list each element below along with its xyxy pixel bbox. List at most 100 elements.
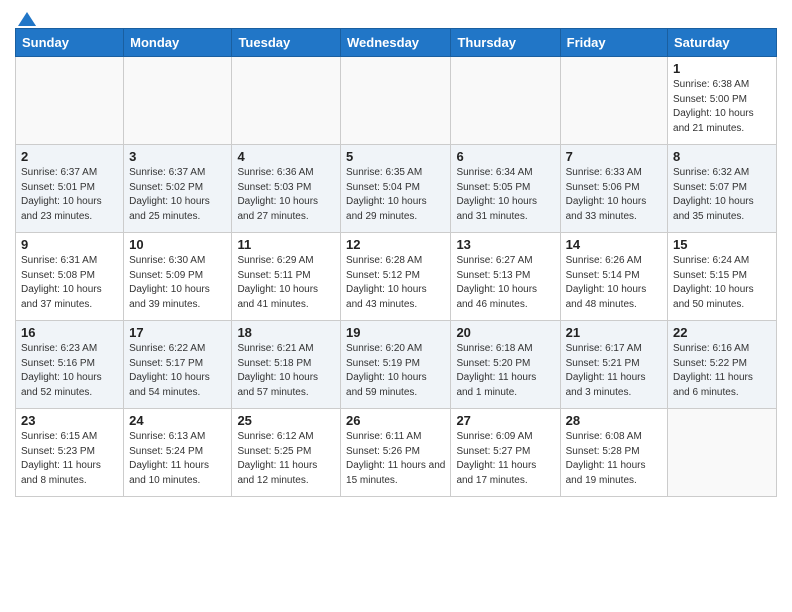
calendar-cell: 13 Sunrise: 6:27 AM Sunset: 5:13 PM Dayli… <box>451 233 560 321</box>
day-info: Sunrise: 6:32 AM Sunset: 5:07 PM Dayligh… <box>673 166 771 224</box>
calendar-cell: 21 Sunrise: 6:17 AM Sunset: 5:21 PM Dayli… <box>560 321 667 409</box>
week-row-2: 9Sunrise: 6:31 AM Sunset: 5:08 PM Daylig… <box>16 233 777 321</box>
calendar-cell: 26Sunrise: 6:11 AM Sunset: 5:26 PM Dayli… <box>341 409 451 497</box>
calendar-cell <box>668 409 777 497</box>
calendar-cell: 24 Sunrise: 6:13 AM Sunset: 5:24 PM Dayli… <box>124 409 232 497</box>
calendar-cell: 1 Sunrise: 6:38 AM Sunset: 5:00 PM Daylig… <box>668 57 777 145</box>
day-number: 16 <box>21 325 118 340</box>
calendar-cell: 5 Sunrise: 6:35 AM Sunset: 5:04 PM Daylig… <box>341 145 451 233</box>
calendar-cell: 16 Sunrise: 6:23 AM Sunset: 5:16 PM Dayli… <box>16 321 124 409</box>
day-number: 22 <box>673 325 771 340</box>
calendar-cell: 25Sunrise: 6:12 AM Sunset: 5:25 PM Dayli… <box>232 409 341 497</box>
day-number: 28 <box>566 413 662 428</box>
day-info: Sunrise: 6:11 AM Sunset: 5:26 PM Dayligh… <box>346 430 445 488</box>
day-info: Sunrise: 6:16 AM Sunset: 5:22 PM Dayligh… <box>673 342 771 400</box>
calendar-cell <box>124 57 232 145</box>
day-number: 7 <box>566 149 662 164</box>
weekday-header-saturday: Saturday <box>668 29 777 57</box>
day-info: Sunrise: 6:36 AM Sunset: 5:03 PM Dayligh… <box>237 166 335 224</box>
day-info: Sunrise: 6:27 AM Sunset: 5:13 PM Dayligh… <box>456 254 554 312</box>
calendar: SundayMondayTuesdayWednesdayThursdayFrid… <box>15 28 777 497</box>
day-info: Sunrise: 6:28 AM Sunset: 5:12 PM Dayligh… <box>346 254 445 312</box>
calendar-cell: 4Sunrise: 6:36 AM Sunset: 5:03 PM Daylig… <box>232 145 341 233</box>
calendar-cell <box>16 57 124 145</box>
calendar-cell <box>341 57 451 145</box>
week-row-1: 2 Sunrise: 6:37 AM Sunset: 5:01 PM Daylig… <box>16 145 777 233</box>
day-number: 24 <box>129 413 226 428</box>
weekday-header-monday: Monday <box>124 29 232 57</box>
calendar-cell: 8 Sunrise: 6:32 AM Sunset: 5:07 PM Daylig… <box>668 145 777 233</box>
day-number: 5 <box>346 149 445 164</box>
day-info: Sunrise: 6:37 AM Sunset: 5:01 PM Dayligh… <box>21 166 118 224</box>
day-number: 23 <box>21 413 118 428</box>
calendar-cell: 28 Sunrise: 6:08 AM Sunset: 5:28 PM Dayli… <box>560 409 667 497</box>
day-info: Sunrise: 6:33 AM Sunset: 5:06 PM Dayligh… <box>566 166 662 224</box>
day-number: 3 <box>129 149 226 164</box>
calendar-cell: 19 Sunrise: 6:20 AM Sunset: 5:19 PM Dayli… <box>341 321 451 409</box>
calendar-cell: 14 Sunrise: 6:26 AM Sunset: 5:14 PM Dayli… <box>560 233 667 321</box>
weekday-header-friday: Friday <box>560 29 667 57</box>
day-info: Sunrise: 6:08 AM Sunset: 5:28 PM Dayligh… <box>566 430 662 488</box>
day-number: 11 <box>237 237 335 252</box>
day-number: 25 <box>237 413 335 428</box>
day-info: Sunrise: 6:24 AM Sunset: 5:15 PM Dayligh… <box>673 254 771 312</box>
calendar-cell <box>451 57 560 145</box>
calendar-cell: 10Sunrise: 6:30 AM Sunset: 5:09 PM Dayli… <box>124 233 232 321</box>
calendar-cell: 6 Sunrise: 6:34 AM Sunset: 5:05 PM Daylig… <box>451 145 560 233</box>
day-info: Sunrise: 6:20 AM Sunset: 5:19 PM Dayligh… <box>346 342 445 400</box>
calendar-cell: 11 Sunrise: 6:29 AM Sunset: 5:11 PM Dayli… <box>232 233 341 321</box>
day-number: 12 <box>346 237 445 252</box>
calendar-cell: 27 Sunrise: 6:09 AM Sunset: 5:27 PM Dayli… <box>451 409 560 497</box>
day-number: 27 <box>456 413 554 428</box>
day-info: Sunrise: 6:38 AM Sunset: 5:00 PM Dayligh… <box>673 78 771 136</box>
week-row-0: 1 Sunrise: 6:38 AM Sunset: 5:00 PM Daylig… <box>16 57 777 145</box>
day-number: 18 <box>237 325 335 340</box>
day-info: Sunrise: 6:21 AM Sunset: 5:18 PM Dayligh… <box>237 342 335 400</box>
weekday-header-sunday: Sunday <box>16 29 124 57</box>
day-number: 13 <box>456 237 554 252</box>
header <box>15 10 777 22</box>
calendar-cell: 20 Sunrise: 6:18 AM Sunset: 5:20 PM Dayli… <box>451 321 560 409</box>
calendar-cell: 22 Sunrise: 6:16 AM Sunset: 5:22 PM Dayli… <box>668 321 777 409</box>
day-info: Sunrise: 6:37 AM Sunset: 5:02 PM Dayligh… <box>129 166 226 224</box>
calendar-cell: 3 Sunrise: 6:37 AM Sunset: 5:02 PM Daylig… <box>124 145 232 233</box>
day-number: 10 <box>129 237 226 252</box>
calendar-cell: 18 Sunrise: 6:21 AM Sunset: 5:18 PM Dayli… <box>232 321 341 409</box>
calendar-cell: 7 Sunrise: 6:33 AM Sunset: 5:06 PM Daylig… <box>560 145 667 233</box>
calendar-cell: 15 Sunrise: 6:24 AM Sunset: 5:15 PM Dayli… <box>668 233 777 321</box>
day-number: 8 <box>673 149 771 164</box>
day-info: Sunrise: 6:26 AM Sunset: 5:14 PM Dayligh… <box>566 254 662 312</box>
calendar-cell <box>560 57 667 145</box>
calendar-cell: 2 Sunrise: 6:37 AM Sunset: 5:01 PM Daylig… <box>16 145 124 233</box>
logo <box>15 10 39 22</box>
day-info: Sunrise: 6:35 AM Sunset: 5:04 PM Dayligh… <box>346 166 445 224</box>
calendar-cell: 9Sunrise: 6:31 AM Sunset: 5:08 PM Daylig… <box>16 233 124 321</box>
calendar-cell <box>232 57 341 145</box>
day-number: 19 <box>346 325 445 340</box>
day-number: 21 <box>566 325 662 340</box>
day-info: Sunrise: 6:15 AM Sunset: 5:23 PM Dayligh… <box>21 430 118 488</box>
page: SundayMondayTuesdayWednesdayThursdayFrid… <box>0 0 792 512</box>
weekday-header-thursday: Thursday <box>451 29 560 57</box>
calendar-cell: 12 Sunrise: 6:28 AM Sunset: 5:12 PM Dayli… <box>341 233 451 321</box>
calendar-cell: 23 Sunrise: 6:15 AM Sunset: 5:23 PM Dayli… <box>16 409 124 497</box>
day-info: Sunrise: 6:23 AM Sunset: 5:16 PM Dayligh… <box>21 342 118 400</box>
week-row-4: 23 Sunrise: 6:15 AM Sunset: 5:23 PM Dayli… <box>16 409 777 497</box>
day-number: 1 <box>673 61 771 76</box>
day-info: Sunrise: 6:18 AM Sunset: 5:20 PM Dayligh… <box>456 342 554 400</box>
day-number: 6 <box>456 149 554 164</box>
calendar-cell: 17Sunrise: 6:22 AM Sunset: 5:17 PM Dayli… <box>124 321 232 409</box>
day-info: Sunrise: 6:34 AM Sunset: 5:05 PM Dayligh… <box>456 166 554 224</box>
day-number: 14 <box>566 237 662 252</box>
day-number: 2 <box>21 149 118 164</box>
day-number: 15 <box>673 237 771 252</box>
day-number: 20 <box>456 325 554 340</box>
weekday-header-row: SundayMondayTuesdayWednesdayThursdayFrid… <box>16 29 777 57</box>
weekday-header-wednesday: Wednesday <box>341 29 451 57</box>
day-info: Sunrise: 6:09 AM Sunset: 5:27 PM Dayligh… <box>456 430 554 488</box>
day-info: Sunrise: 6:17 AM Sunset: 5:21 PM Dayligh… <box>566 342 662 400</box>
day-info: Sunrise: 6:29 AM Sunset: 5:11 PM Dayligh… <box>237 254 335 312</box>
day-info: Sunrise: 6:31 AM Sunset: 5:08 PM Dayligh… <box>21 254 118 312</box>
week-row-3: 16 Sunrise: 6:23 AM Sunset: 5:16 PM Dayli… <box>16 321 777 409</box>
day-info: Sunrise: 6:13 AM Sunset: 5:24 PM Dayligh… <box>129 430 226 488</box>
